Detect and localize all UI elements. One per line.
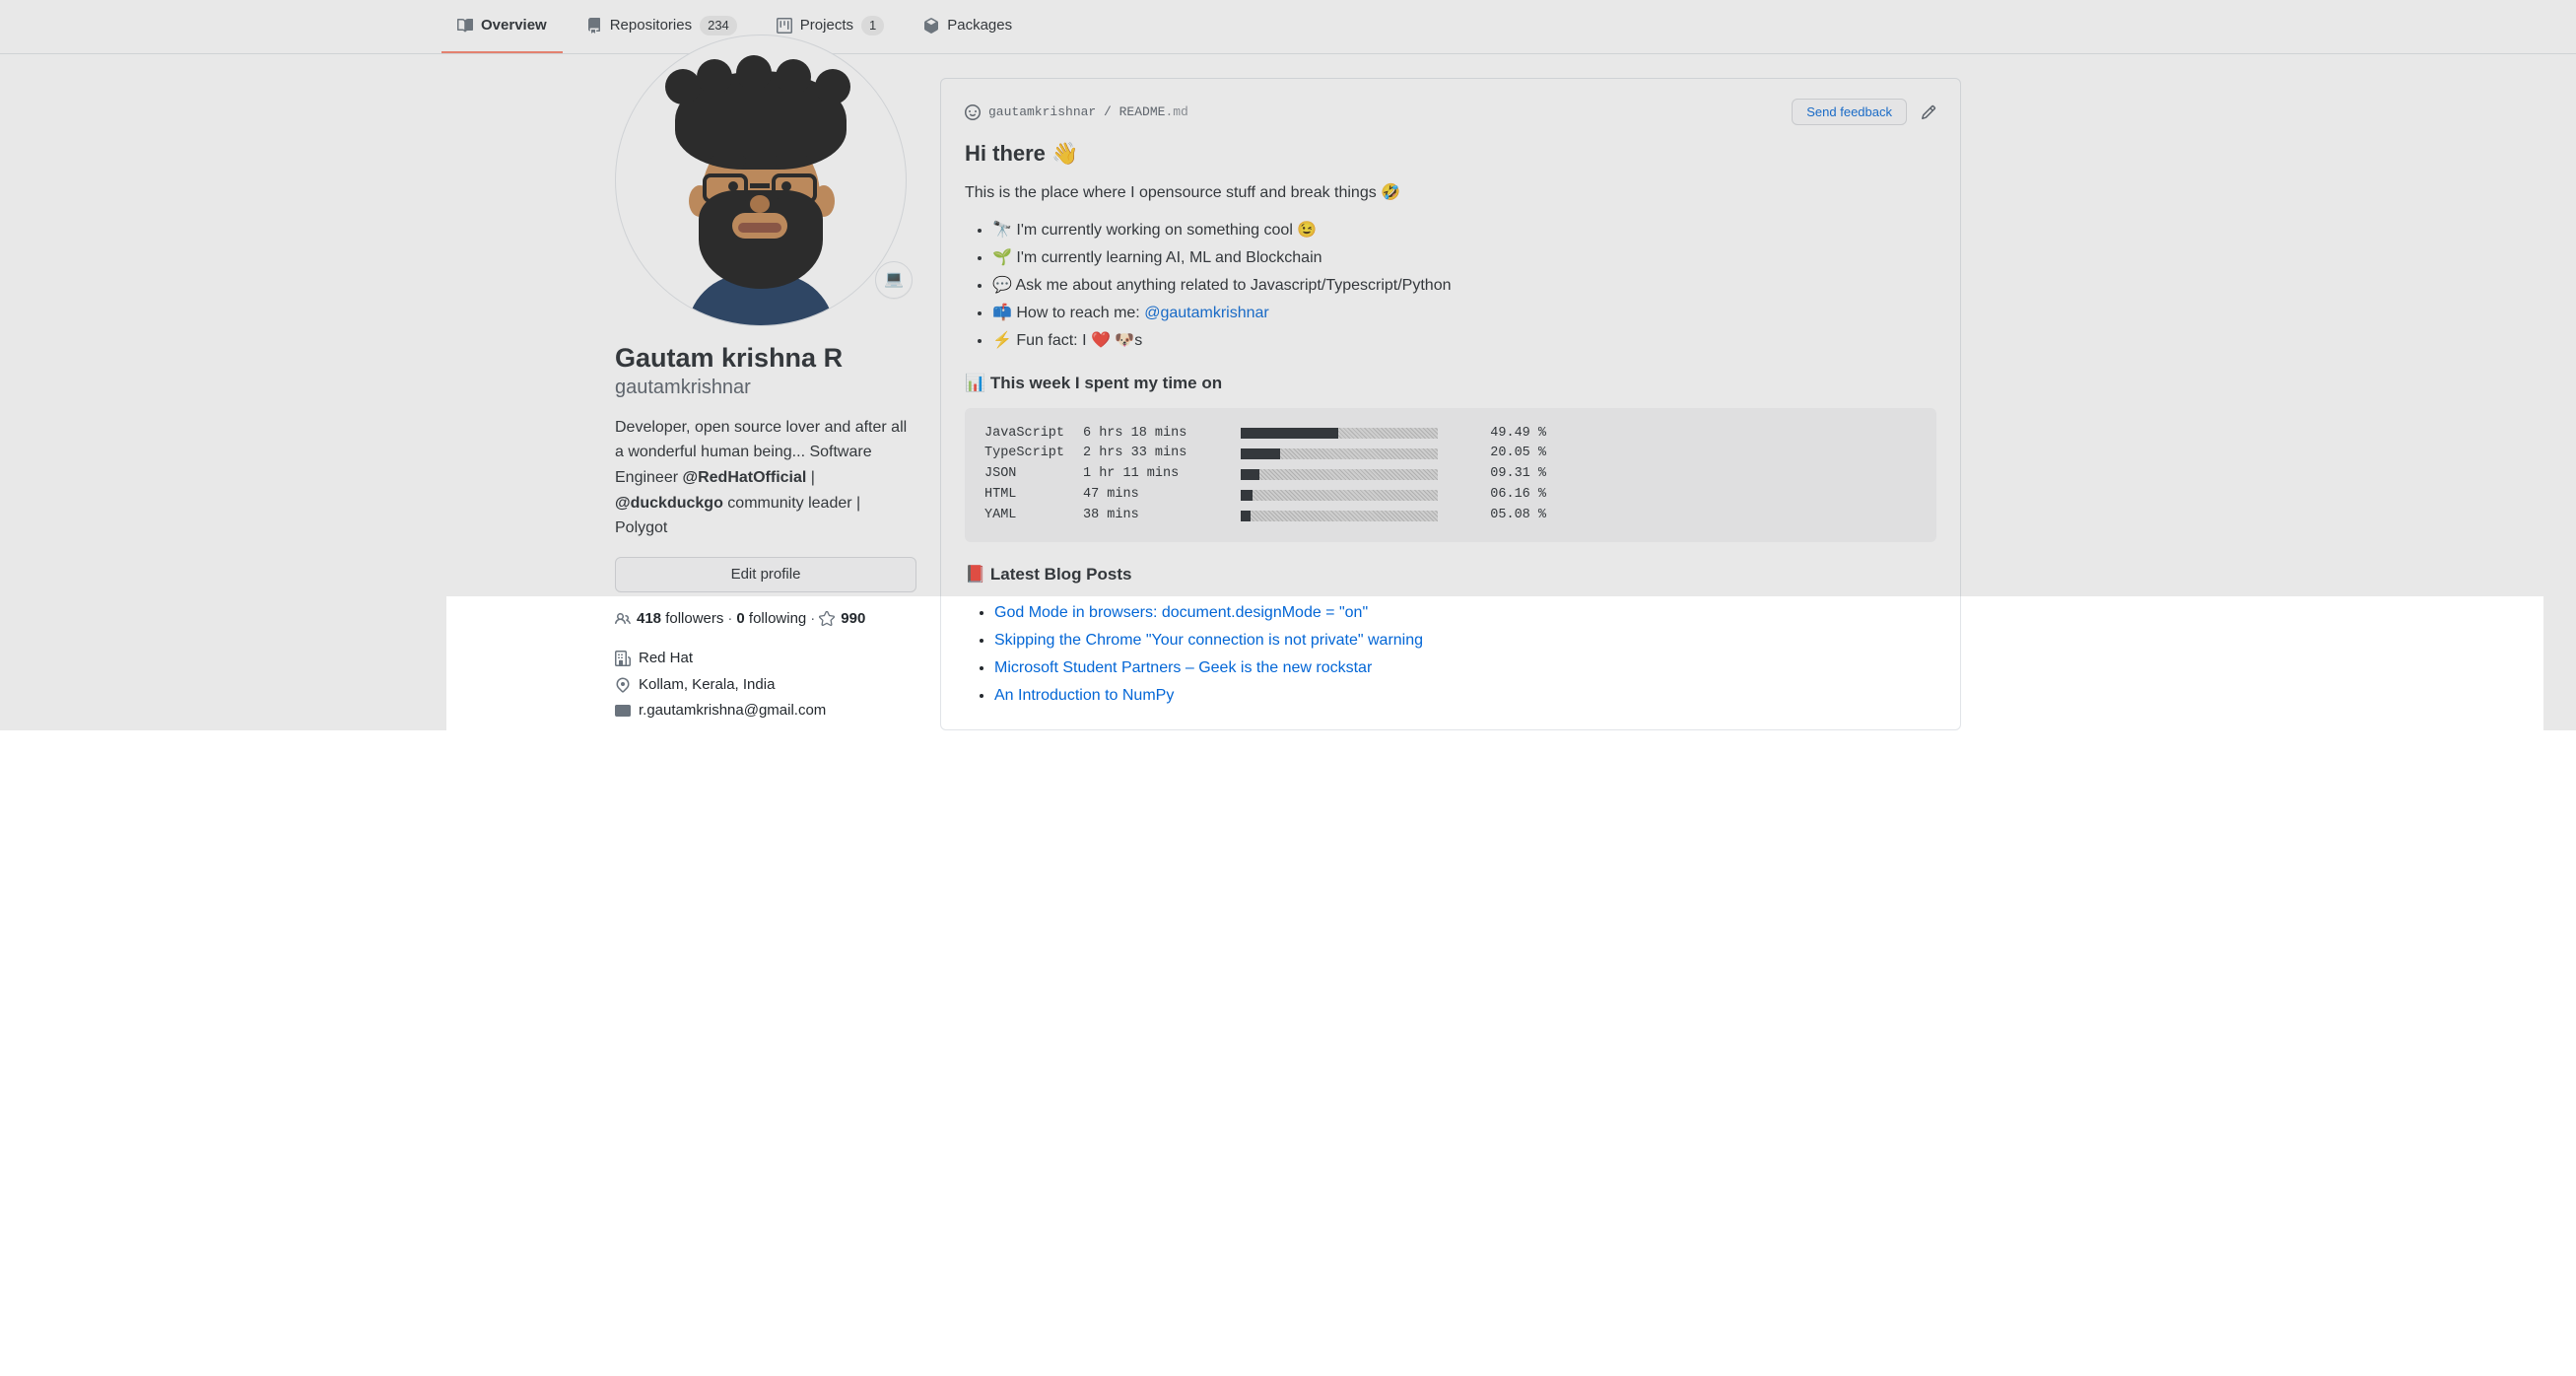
display-name: Gautam krishna R: [615, 342, 916, 376]
list-item: An Introduction to NumPy: [994, 682, 1936, 710]
blog-link[interactable]: An Introduction to NumPy: [994, 687, 1174, 704]
stat-row: YAML38 mins05.08 %: [984, 506, 1917, 526]
profile-main: gautamkrishnar / README.md Send feedback…: [940, 54, 1961, 730]
tab-overview[interactable]: Overview: [441, 0, 563, 53]
following-link[interactable]: 0 following: [736, 608, 806, 631]
status-badge[interactable]: 💻: [875, 261, 913, 299]
edit-readme-button[interactable]: [1921, 104, 1936, 120]
blog-posts: God Mode in browsers: document.designMod…: [965, 599, 1936, 710]
time-heading: 📊 This week I spent my time on: [965, 371, 1936, 396]
star-icon: [819, 611, 835, 627]
tab-repositories-label: Repositories: [610, 15, 692, 37]
readme-bullets: 🔭 I'm currently working on something coo…: [965, 217, 1936, 355]
readme-path: gautamkrishnar / README.md: [965, 103, 1188, 122]
smiley-icon: [965, 104, 981, 120]
tab-packages-label: Packages: [947, 15, 1012, 37]
avatar-image: [657, 77, 864, 313]
people-icon: [615, 611, 631, 627]
vcard-company: Red Hat: [615, 646, 916, 672]
stars-link[interactable]: 990: [841, 608, 865, 631]
location-icon: [615, 677, 631, 693]
profile-tabs: Overview Repositories 234 Projects 1 Pac…: [0, 0, 2576, 54]
repo-icon: [586, 18, 602, 34]
book-icon: [457, 18, 473, 34]
bio-mention-redhat[interactable]: @RedHatOfficial: [683, 469, 807, 486]
wakatime-stats: JavaScript6 hrs 18 mins49.49 %TypeScript…: [965, 408, 1936, 543]
username: gautamkrishnar: [615, 376, 916, 399]
list-item: ⚡ Fun fact: I ❤️ 🐶s: [992, 327, 1936, 355]
stat-row: HTML47 mins06.16 %: [984, 485, 1917, 506]
list-item: God Mode in browsers: document.designMod…: [994, 599, 1936, 627]
mail-icon: [615, 703, 631, 719]
blog-link[interactable]: Skipping the Chrome "Your connection is …: [994, 632, 1423, 649]
avatar[interactable]: 💻: [615, 34, 907, 326]
vcard-email[interactable]: r.gautamkrishna@gmail.com: [615, 698, 916, 724]
status-emoji: 💻: [884, 268, 904, 292]
list-item: Skipping the Chrome "Your connection is …: [994, 627, 1936, 654]
readme-intro: This is the place where I opensource stu…: [965, 181, 1936, 205]
contact-link[interactable]: @gautamkrishnar: [1144, 305, 1269, 321]
tab-projects-label: Projects: [800, 15, 853, 37]
repositories-count: 234: [700, 16, 737, 35]
stat-row: JSON1 hr 11 mins09.31 %: [984, 464, 1917, 485]
list-item: Microsoft Student Partners – Geek is the…: [994, 654, 1936, 682]
package-icon: [923, 18, 939, 34]
social-stats: 418 followers · 0 following · 990: [615, 608, 916, 631]
bio-mention-duckduckgo[interactable]: @duckduckgo: [615, 495, 723, 512]
edit-profile-button[interactable]: Edit profile: [615, 557, 916, 592]
blog-link[interactable]: God Mode in browsers: document.designMod…: [994, 604, 1368, 621]
vcard-location: Kollam, Kerala, India: [615, 672, 916, 699]
list-item: 💬 Ask me about anything related to Javas…: [992, 272, 1936, 300]
vcard-details: Red Hat Kollam, Kerala, India r.gautamkr…: [615, 646, 916, 724]
projects-count: 1: [861, 16, 884, 35]
readme-h2: Hi there 👋: [965, 137, 1936, 170]
stat-row: JavaScript6 hrs 18 mins49.49 %: [984, 424, 1917, 445]
profile-sidebar: 💻 Gautam krishna R gautamkrishnar Develo…: [615, 34, 940, 730]
list-item: 🔭 I'm currently working on something coo…: [992, 217, 1936, 244]
blog-link[interactable]: Microsoft Student Partners – Geek is the…: [994, 659, 1372, 676]
list-item: 📫 How to reach me: @gautamkrishnar: [992, 300, 1936, 327]
project-icon: [777, 18, 792, 34]
followers-link[interactable]: 418 followers: [637, 608, 723, 631]
profile-readme: gautamkrishnar / README.md Send feedback…: [940, 78, 1961, 730]
send-feedback-button[interactable]: Send feedback: [1792, 99, 1907, 125]
blog-heading: 📕 Latest Blog Posts: [965, 562, 1936, 587]
organization-icon: [615, 651, 631, 666]
stat-row: TypeScript2 hrs 33 mins20.05 %: [984, 444, 1917, 464]
bio: Developer, open source lover and after a…: [615, 415, 916, 541]
tab-overview-label: Overview: [481, 15, 547, 37]
list-item: 🌱 I'm currently learning AI, ML and Bloc…: [992, 244, 1936, 272]
